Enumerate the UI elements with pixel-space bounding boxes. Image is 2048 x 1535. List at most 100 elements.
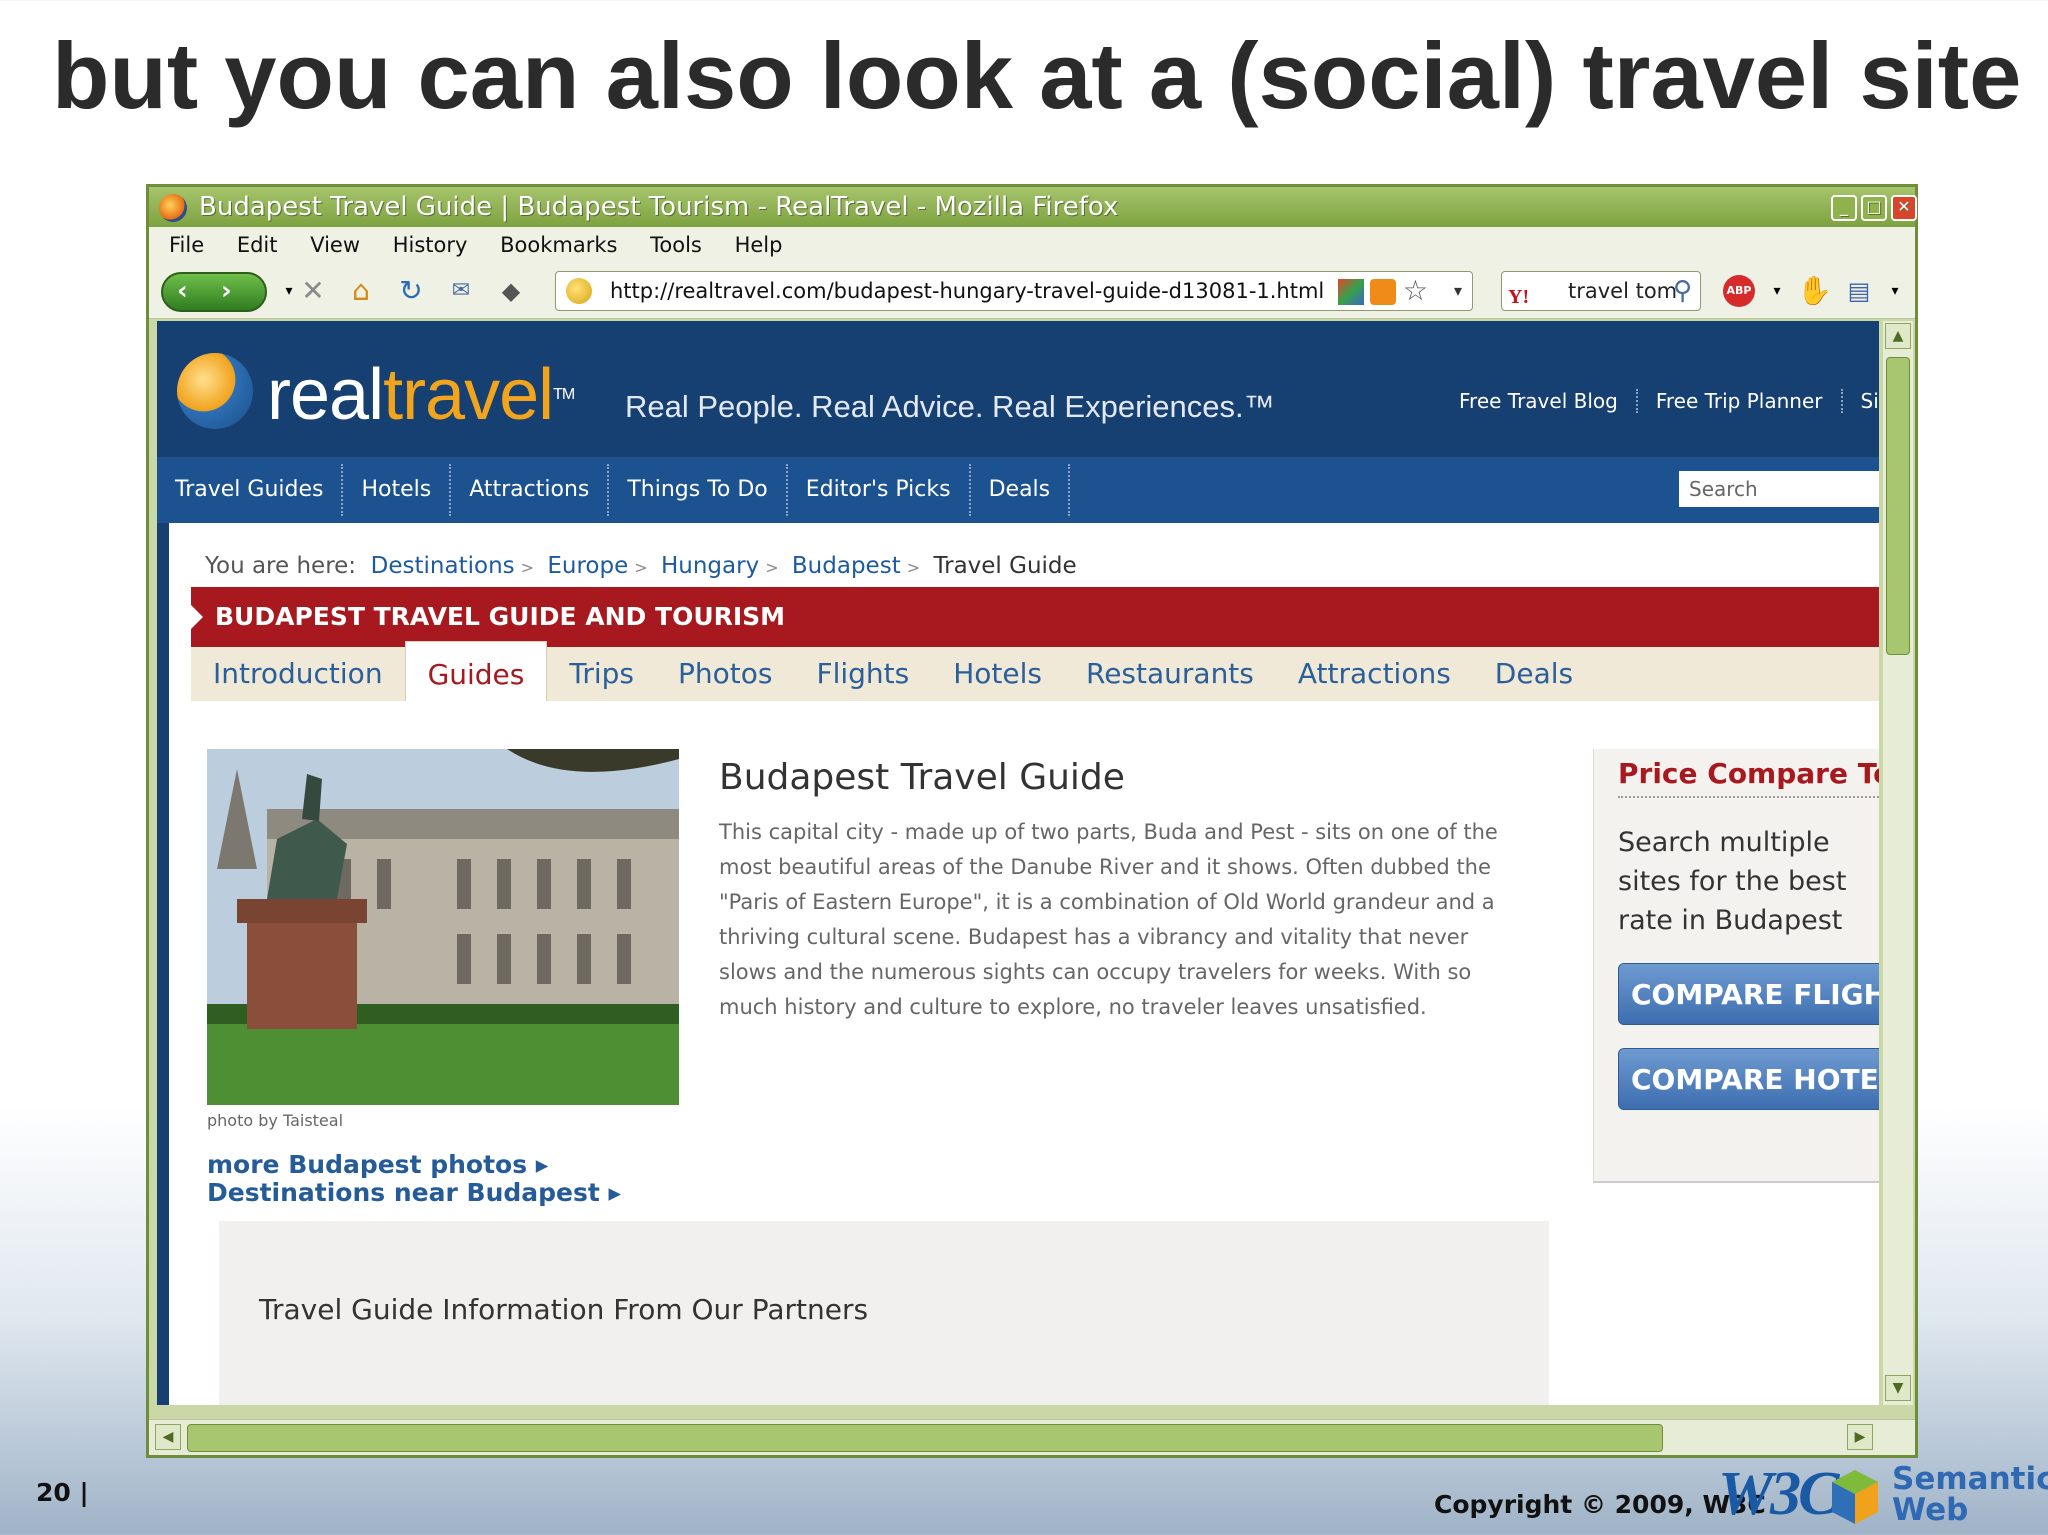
compare-flights-button[interactable]: COMPARE FLIGHTS bbox=[1618, 963, 1879, 1025]
vertical-scrollbar[interactable]: ▲ ▼ bbox=[1883, 321, 1913, 1405]
breadcrumb-destinations[interactable]: Destinations bbox=[371, 553, 515, 579]
hand-icon[interactable]: ✋ bbox=[1797, 275, 1832, 307]
slide-title: but you can also look at a (social) trav… bbox=[52, 23, 2022, 128]
header-link-travel-blog[interactable]: Free Travel Blog bbox=[1441, 389, 1638, 413]
menu-view[interactable]: View bbox=[310, 227, 360, 263]
header-link-sign[interactable]: Sign bbox=[1843, 389, 1880, 413]
rss-icon[interactable] bbox=[1370, 279, 1396, 305]
firefox-window: Budapest Travel Guide | Budapest Tourism… bbox=[146, 184, 1918, 1458]
scroll-down-icon[interactable]: ▼ bbox=[1885, 1375, 1911, 1401]
scroll-up-icon[interactable]: ▲ bbox=[1885, 323, 1911, 349]
left-rail bbox=[157, 523, 169, 1405]
more-photos-link[interactable]: more Budapest photos ▸ bbox=[207, 1151, 548, 1179]
tab-flights[interactable]: Flights bbox=[794, 647, 931, 701]
close-icon[interactable]: ✕ bbox=[1891, 195, 1917, 221]
page-banner: BUDAPEST TRAVEL GUIDE AND TOURISM bbox=[191, 587, 1879, 647]
adblock-icon[interactable]: ABP bbox=[1723, 275, 1755, 307]
logo-tm: TM bbox=[553, 386, 575, 403]
logo-travel-text: travel bbox=[383, 355, 554, 435]
tab-introduction[interactable]: Introduction bbox=[191, 647, 405, 701]
menu-history[interactable]: History bbox=[393, 227, 468, 263]
realtravel-logo[interactable]: realtravelTM bbox=[267, 355, 575, 435]
nav-hotels[interactable]: Hotels bbox=[343, 464, 452, 516]
addon-cube-icon[interactable] bbox=[1338, 279, 1364, 305]
page-viewport: realtravelTM Real People. Real Advice. R… bbox=[157, 321, 1879, 1405]
nav-things-to-do[interactable]: Things To Do bbox=[609, 464, 788, 516]
site-identity-icon[interactable] bbox=[566, 278, 592, 304]
window-title: Budapest Travel Guide | Budapest Tourism… bbox=[199, 192, 1119, 222]
tab-restaurants[interactable]: Restaurants bbox=[1064, 647, 1276, 701]
horizontal-scroll-thumb[interactable] bbox=[187, 1424, 1663, 1452]
nav-editors-picks[interactable]: Editor's Picks bbox=[788, 464, 971, 516]
header-link-trip-planner[interactable]: Free Trip Planner bbox=[1638, 389, 1843, 413]
breadcrumb-current: Travel Guide bbox=[933, 553, 1077, 579]
reload-icon[interactable]: ↻ bbox=[395, 275, 427, 307]
stop-icon[interactable]: ✕ bbox=[297, 275, 329, 307]
url-bar[interactable]: http://realtravel.com/budapest-hungary-t… bbox=[555, 271, 1473, 311]
partners-section: Travel Guide Information From Our Partne… bbox=[219, 1221, 1549, 1405]
budapest-photo[interactable] bbox=[207, 749, 679, 1105]
photo-credit: photo by Taisteal bbox=[207, 1111, 344, 1130]
search-bar[interactable]: Y! travel tom ⚲ bbox=[1501, 271, 1701, 311]
breadcrumb-label: You are here: bbox=[205, 553, 357, 579]
scroll-right-icon[interactable]: ▶ bbox=[1847, 1424, 1873, 1450]
nav-deals[interactable]: Deals bbox=[971, 464, 1071, 516]
search-magnifier-icon[interactable]: ⚲ bbox=[1673, 272, 1692, 310]
menu-tools[interactable]: Tools bbox=[650, 227, 702, 263]
nav-attractions[interactable]: Attractions bbox=[451, 464, 610, 516]
logo-real-text: real bbox=[267, 355, 384, 435]
search-value: travel tom bbox=[1568, 279, 1678, 303]
vertical-scroll-thumb[interactable] bbox=[1886, 357, 1910, 655]
page-number: 20 | bbox=[36, 1478, 89, 1507]
semantic-web-cube-icon bbox=[1832, 1470, 1878, 1524]
forward-icon[interactable]: › bbox=[221, 276, 232, 306]
partners-title: Travel Guide Information From Our Partne… bbox=[259, 1293, 869, 1326]
semantic-web-logo: Semantic Web bbox=[1892, 1461, 2048, 1528]
notepad-icon[interactable]: ▤ bbox=[1843, 275, 1875, 307]
parliament-statue-image bbox=[207, 749, 679, 1105]
firefox-icon bbox=[159, 194, 187, 222]
tab-trips[interactable]: Trips bbox=[547, 647, 656, 701]
back-icon[interactable]: ‹ bbox=[177, 276, 188, 306]
breadcrumb-budapest[interactable]: Budapest bbox=[792, 553, 901, 579]
menu-bookmarks[interactable]: Bookmarks bbox=[500, 227, 617, 263]
tab-attractions[interactable]: Attractions bbox=[1276, 647, 1473, 701]
adblock-dropdown-icon[interactable]: ▾ bbox=[1761, 275, 1793, 307]
home-icon[interactable]: ⌂ bbox=[345, 275, 377, 307]
destinations-near-link[interactable]: Destinations near Budapest ▸ bbox=[207, 1179, 621, 1207]
yahoo-search-engine-icon[interactable]: Y! bbox=[1508, 278, 1529, 310]
navigation-toolbar: ‹ › ▾ ✕ ⌂ ↻ ✉ ◆ http://realtravel.com/bu… bbox=[149, 263, 1915, 319]
site-tagline: Real People. Real Advice. Real Experienc… bbox=[625, 389, 1275, 424]
menu-bar: File Edit View History Bookmarks Tools H… bbox=[149, 227, 1915, 263]
toolbar-dropdown-icon[interactable]: ▾ bbox=[1879, 275, 1911, 307]
url-text: http://realtravel.com/budapest-hungary-t… bbox=[610, 279, 1325, 303]
tab-photos[interactable]: Photos bbox=[656, 647, 794, 701]
bookmark-star-icon[interactable]: ☆ bbox=[1403, 272, 1428, 310]
breadcrumb-europe[interactable]: Europe bbox=[547, 553, 628, 579]
menu-edit[interactable]: Edit bbox=[237, 227, 278, 263]
scroll-left-icon[interactable]: ◀ bbox=[155, 1424, 181, 1450]
mail-icon[interactable]: ✉ bbox=[445, 275, 477, 307]
tab-guides[interactable]: Guides bbox=[404, 641, 548, 701]
copyright: Copyright © 2009, W3C bbox=[1434, 1490, 1766, 1519]
maximize-icon[interactable]: □ bbox=[1861, 195, 1887, 221]
horizontal-scrollbar[interactable]: ◀ ▶ bbox=[149, 1419, 1915, 1455]
menu-help[interactable]: Help bbox=[735, 227, 783, 263]
guide-title: Budapest Travel Guide bbox=[719, 757, 1125, 798]
realtravel-globe-icon[interactable] bbox=[177, 353, 253, 429]
site-nav: Travel Guides Hotels Attractions Things … bbox=[157, 457, 1879, 523]
minimize-icon[interactable]: _ bbox=[1831, 195, 1857, 221]
guide-description: This capital city - made up of two parts… bbox=[719, 820, 1498, 1019]
site-search-input[interactable]: Search bbox=[1679, 471, 1879, 507]
tag-icon[interactable]: ◆ bbox=[495, 275, 527, 307]
window-titlebar[interactable]: Budapest Travel Guide | Budapest Tourism… bbox=[149, 187, 1917, 227]
header-links: Free Travel BlogFree Trip PlannerSign bbox=[1441, 389, 1879, 413]
w3c-logo: W3C bbox=[1718, 1460, 1839, 1528]
breadcrumb-hungary[interactable]: Hungary bbox=[661, 553, 759, 579]
compare-hotels-button[interactable]: COMPARE HOTELS bbox=[1618, 1048, 1879, 1110]
tab-hotels[interactable]: Hotels bbox=[931, 647, 1064, 701]
tab-deals[interactable]: Deals bbox=[1473, 647, 1595, 701]
url-dropdown-icon[interactable]: ▾ bbox=[1454, 272, 1462, 310]
menu-file[interactable]: File bbox=[169, 227, 204, 263]
nav-travel-guides[interactable]: Travel Guides bbox=[157, 464, 344, 516]
